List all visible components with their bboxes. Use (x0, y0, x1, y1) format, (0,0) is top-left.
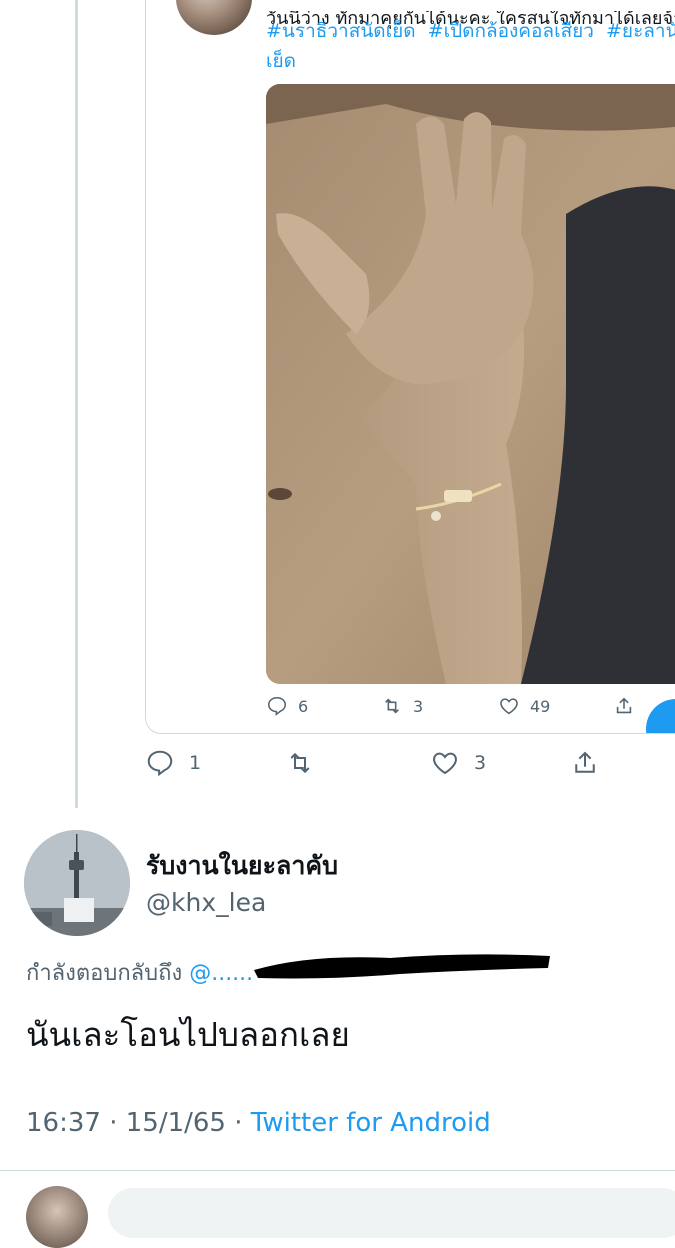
author-avatar[interactable] (24, 830, 130, 936)
retweet-icon (290, 752, 310, 774)
quoted-like-count: 49 (530, 696, 551, 716)
meta-separator: · (225, 1108, 251, 1138)
share-icon (616, 697, 632, 714)
quoted-tweet-actions: 6 3 49 (266, 695, 675, 725)
redaction-scribble (254, 954, 550, 979)
tweet-action-bar: 1 3 (145, 748, 625, 784)
hashtag-link[interactable]: #นราธิวาสนัดเย็ด (266, 20, 416, 42)
retweet-icon (385, 698, 399, 714)
share-icon (575, 751, 595, 773)
quoted-reply-action[interactable]: 6 (266, 695, 308, 717)
thread-connector-line (75, 0, 78, 808)
quoted-like-action[interactable]: 49 (498, 695, 550, 717)
reply-count: 1 (189, 752, 202, 774)
tower-photo (24, 830, 130, 936)
quoted-retweet-action[interactable]: 3 (381, 695, 423, 717)
reply-icon (147, 750, 173, 777)
quoted-tweet-card[interactable]: วันนี้ว่าง ทักมาคุยกันได้นะคะ ใครสนใจทัก… (145, 0, 675, 734)
like-action[interactable]: 3 (430, 748, 486, 778)
tweet-client-link[interactable]: Twitter for Android (251, 1108, 491, 1138)
tweet-date[interactable]: 15/1/65 (126, 1108, 226, 1138)
quoted-tweet-hashtags: #นราธิวาสนัดเย็ด #เปิดกล้องคอลเสียว #ยะล… (266, 16, 675, 76)
meta-separator: · (100, 1108, 126, 1138)
reply-action[interactable]: 1 (145, 748, 201, 778)
replying-to-label: กำลังตอบกลับถึง (26, 961, 183, 986)
quoted-reply-count: 6 (298, 696, 309, 716)
tweet-time[interactable]: 16:37 (26, 1108, 101, 1138)
like-count: 3 (474, 752, 487, 774)
hashtag-link[interactable]: #เปิดกล้องคอลเสียว (428, 20, 594, 42)
tweet-text: นันเละโอนไปบลอกเลย (26, 1015, 350, 1054)
section-divider (0, 1170, 675, 1171)
reply-input[interactable] (108, 1188, 675, 1238)
quoted-tweet-media[interactable] (266, 84, 675, 684)
author-handle[interactable]: @khx_lea (146, 888, 266, 917)
media-photo (266, 84, 675, 684)
share-action[interactable] (570, 748, 600, 778)
author-display-name[interactable]: รับงานในยะลาคับ (146, 846, 338, 886)
tweet-meta: 16:37 · 15/1/65 · Twitter for Android (26, 1108, 491, 1138)
current-user-avatar[interactable] (26, 1186, 88, 1248)
retweet-action[interactable] (285, 748, 329, 778)
quoted-tweet-avatar[interactable] (176, 0, 252, 35)
heart-icon (500, 698, 518, 715)
replying-to-mention[interactable]: @...... (189, 961, 253, 986)
quoted-share-action[interactable] (613, 695, 635, 717)
heart-icon (433, 752, 457, 775)
quoted-retweet-count: 3 (413, 696, 424, 716)
replying-to-line: กำลังตอบกลับถึง @...... (26, 955, 253, 990)
reply-icon (267, 696, 287, 716)
